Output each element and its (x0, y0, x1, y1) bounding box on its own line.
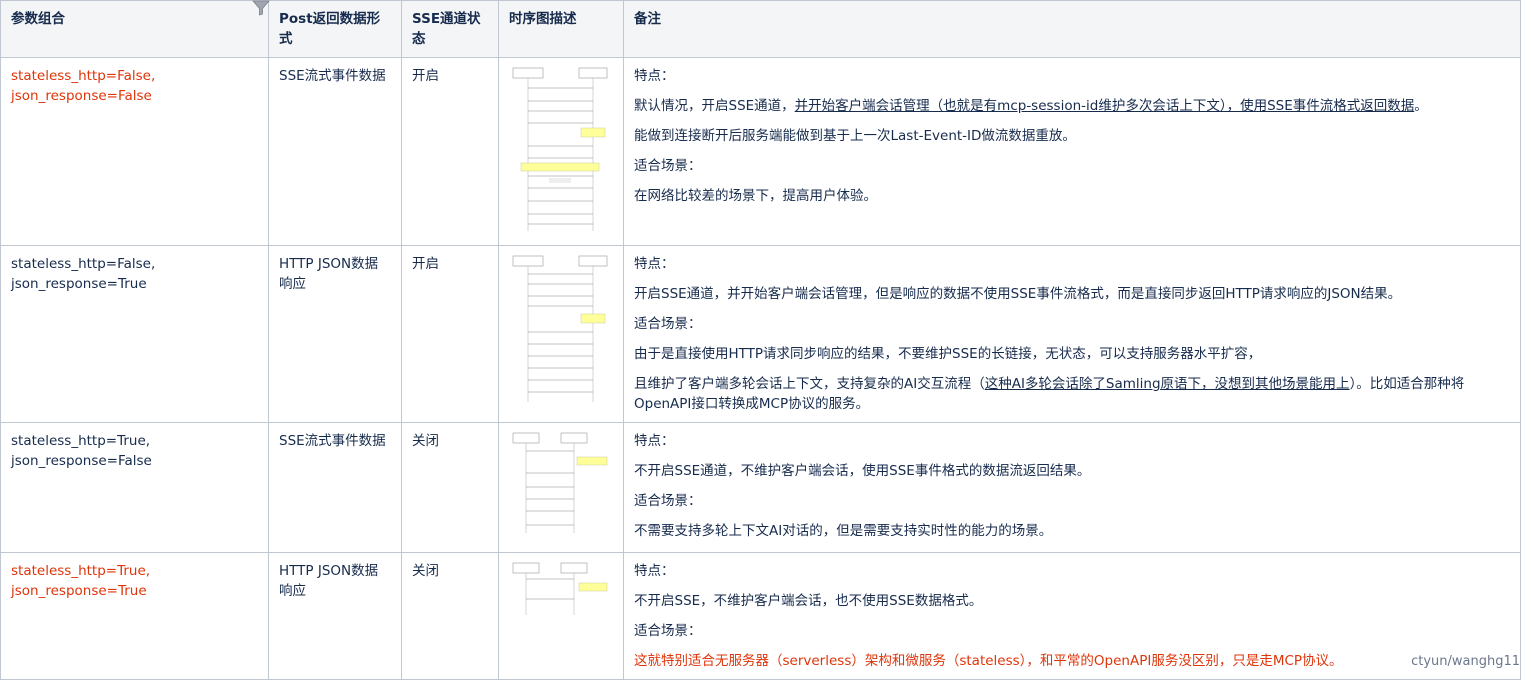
post-cell: HTTP JSON数据响应 (268, 552, 402, 680)
table-row: stateless_http=False, json_response=True … (0, 245, 1521, 423)
sequence-diagram-thumbnail-2[interactable] (509, 254, 609, 404)
note-feature-text: 不开启SSE通道，不维护客户端会话，使用SSE事件格式的数据流返回结果。 (634, 463, 1091, 479)
param-cell: stateless_http=False, json_response=True (0, 245, 269, 423)
param-cell: stateless_http=False, json_response=False (0, 57, 269, 246)
comparison-table: 参数组合 Post返回数据形式 SSE通道状态 时序图描述 备注 statele… (0, 0, 1521, 680)
note-replay-text: 能做到连接断开后服务端能做到基于上一次Last-Event-ID做流数据重放。 (634, 128, 1076, 144)
header-sse[interactable]: SSE通道状态 (401, 0, 499, 58)
notes-cell: 特点： 默认情况，开启SSE通道，并开始客户端会话管理（也就是有mcp-sess… (623, 57, 1521, 246)
note-scenario-text: 这就特别适合无服务器（serverless）架构和微服务（stateless），… (634, 653, 1343, 669)
sse-cell: 开启 (401, 57, 499, 246)
header-param[interactable]: 参数组合 (0, 0, 269, 58)
note-scenario-label: 适合场景： (634, 316, 702, 332)
diagram-cell (498, 552, 624, 680)
note-underlined-text: 并开始客户端会话管理（也就是有mcp-session-id维护多次会话上下文），… (794, 98, 1415, 114)
sse-cell: 开启 (401, 245, 499, 423)
post-cell: HTTP JSON数据响应 (268, 245, 402, 423)
diagram-cell (498, 245, 624, 423)
param-line-2: json_response=True (11, 583, 147, 599)
note-feature-text: 开启SSE通道，并开始客户端会话管理，但是响应的数据不使用SSE事件流格式，而是… (634, 286, 1402, 302)
table-row: stateless_http=False, json_response=False… (0, 57, 1521, 246)
table-row: stateless_http=True, json_response=False … (0, 422, 1521, 553)
note-scenario-label: 适合场景： (634, 158, 702, 174)
filter-icon[interactable] (252, 0, 270, 16)
post-cell: SSE流式事件数据 (268, 422, 402, 553)
note-feature-text: 默认情况，开启SSE通道，并开始客户端会话管理（也就是有mcp-session-… (634, 96, 1510, 116)
post-cell: SSE流式事件数据 (268, 57, 402, 246)
param-line-2: json_response=True (11, 276, 147, 292)
note-scenario-text: 不需要支持多轮上下文AI对话的，但是需要支持实时性的能力的场景。 (634, 523, 1053, 539)
header-diagram[interactable]: 时序图描述 (498, 0, 624, 58)
sequence-diagram-thumbnail-4[interactable] (509, 561, 609, 619)
sequence-diagram-thumbnail-1[interactable] (509, 66, 609, 234)
author-credit: ctyun/wanghg11 (1407, 654, 1520, 669)
param-line-1: stateless_http=True, (11, 433, 151, 449)
notes-cell: 特点： 不开启SSE，不维护客户端会话，也不使用SSE数据格式。 适合场景： 这… (623, 552, 1521, 680)
note-scenario-text-2: 且维护了客户端多轮会话上下文，支持复杂的AI交互流程（这种AI多轮会话除了Sam… (634, 374, 1510, 414)
note-underlined-text: 这种AI多轮会话除了Samling原语下，没想到其他场景能用上 (984, 376, 1350, 392)
sequence-diagram-thumbnail-3[interactable] (509, 431, 609, 539)
param-line-1: stateless_http=True, (11, 563, 151, 579)
param-cell: stateless_http=True, json_response=True (0, 552, 269, 680)
note-text-part: 默认情况，开启SSE通道， (634, 98, 795, 114)
param-line-2: json_response=False (11, 453, 152, 469)
table-row: stateless_http=True, json_response=True H… (0, 552, 1521, 680)
param-line-1: stateless_http=False, (11, 68, 156, 84)
param-line-1: stateless_http=False, (11, 256, 156, 272)
notes-cell: 特点： 不开启SSE通道，不维护客户端会话，使用SSE事件格式的数据流返回结果。… (623, 422, 1521, 553)
header-post[interactable]: Post返回数据形式 (268, 0, 402, 58)
diagram-cell (498, 422, 624, 553)
note-text-part: 。 (1414, 98, 1428, 114)
sse-cell: 关闭 (401, 552, 499, 680)
note-scenario-text: 在网络比较差的场景下，提高用户体验。 (634, 188, 877, 204)
param-line-2: json_response=False (11, 88, 152, 104)
note-text-part: 且维护了客户端多轮会话上下文，支持复杂的AI交互流程（ (634, 376, 985, 392)
header-notes[interactable]: 备注 (623, 0, 1521, 58)
note-feature-text: 不开启SSE，不维护客户端会话，也不使用SSE数据格式。 (634, 593, 983, 609)
note-scenario-label: 适合场景： (634, 493, 702, 509)
note-feature-label: 特点： (634, 563, 675, 579)
note-feature-label: 特点： (634, 433, 675, 449)
note-scenario-label: 适合场景： (634, 623, 702, 639)
note-feature-label: 特点： (634, 256, 675, 272)
note-feature-label: 特点： (634, 68, 675, 84)
note-scenario-text: 由于是直接使用HTTP请求同步响应的结果，不要维护SSE的长链接，无状态，可以支… (634, 346, 1262, 362)
param-cell: stateless_http=True, json_response=False (0, 422, 269, 553)
header-row: 参数组合 Post返回数据形式 SSE通道状态 时序图描述 备注 (0, 0, 1521, 58)
sse-cell: 关闭 (401, 422, 499, 553)
notes-cell: 特点： 开启SSE通道，并开始客户端会话管理，但是响应的数据不使用SSE事件流格… (623, 245, 1521, 423)
diagram-cell (498, 57, 624, 246)
